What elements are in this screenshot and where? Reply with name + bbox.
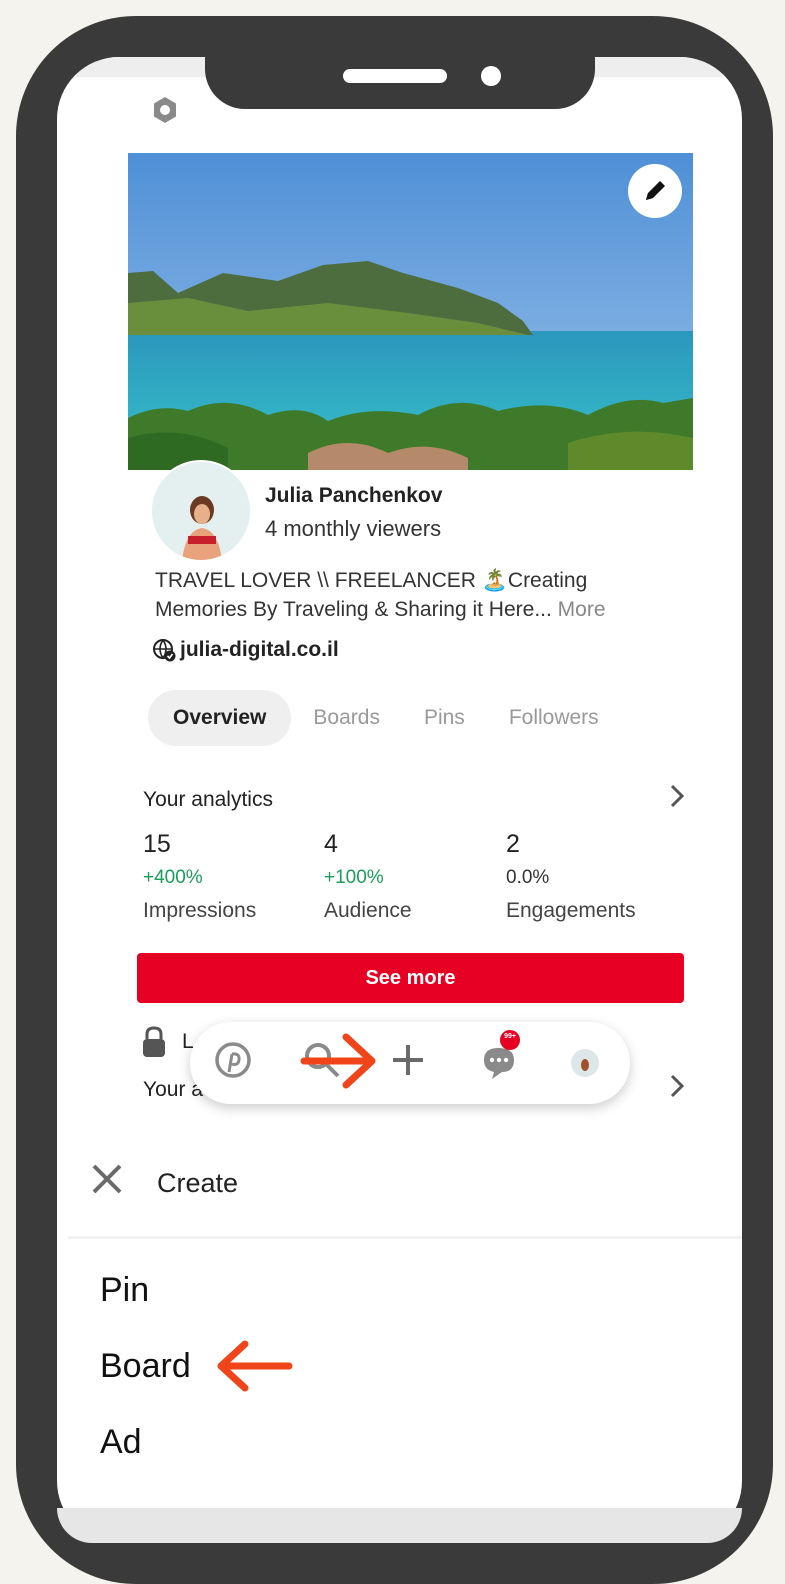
cover-image (128, 153, 693, 470)
tab-boards[interactable]: Boards (291, 690, 402, 746)
stat-label: Audience (324, 899, 412, 922)
stat-value: 15 (143, 830, 171, 858)
pinterest-logo-icon[interactable] (215, 1042, 251, 1078)
chat-badge: 99+ (504, 1033, 516, 1040)
profile-name: Julia Panchenkov (265, 484, 443, 507)
profile-bio: TRAVEL LOVER \\ FREELANCER 🏝️Creating Me… (155, 566, 675, 624)
edit-cover-button[interactable] (628, 164, 682, 218)
lock-icon (143, 1026, 165, 1057)
stat-change: 0.0% (506, 867, 550, 888)
create-pin-option[interactable]: Pin (100, 1271, 149, 1310)
stat-label: Impressions (143, 899, 257, 922)
tab-followers[interactable]: Followers (487, 690, 621, 746)
website-text: julia-digital.co.il (180, 638, 339, 661)
website-link[interactable]: julia-digital.co.il (152, 638, 339, 662)
stat-change: +400% (143, 867, 203, 888)
stat-change: +100% (324, 867, 384, 888)
stat-value: 2 (506, 830, 520, 858)
profile-avatar-icon[interactable] (570, 1048, 600, 1078)
pencil-icon (646, 181, 665, 200)
bio-text: TRAVEL LOVER \\ FREELANCER 🏝️Creating Me… (155, 569, 588, 621)
analytics-title[interactable]: Your analytics (143, 788, 273, 812)
camera (481, 66, 501, 86)
stat-impressions: 15 +400% Impressions (143, 830, 256, 923)
speaker (343, 69, 447, 83)
bio-more-link[interactable]: More (558, 598, 606, 621)
bottom-system-bar (57, 1508, 742, 1543)
stat-engagements: 2 0.0% Engagements (506, 830, 636, 923)
stat-label: Engagements (506, 899, 636, 922)
avatar[interactable] (150, 460, 252, 562)
create-board-option[interactable]: Board (100, 1347, 191, 1386)
stat-value: 4 (324, 830, 338, 858)
tab-pins[interactable]: Pins (402, 690, 487, 746)
profile-tabs: Overview Boards Pins Followers (148, 690, 621, 746)
annotation-arrow-left (217, 1340, 293, 1392)
see-more-button[interactable]: See more (137, 953, 684, 1003)
stat-audience: 4 +100% Audience (324, 830, 412, 923)
chevron-right-icon[interactable] (667, 1072, 687, 1100)
verified-globe-icon (153, 639, 176, 662)
close-icon[interactable] (88, 1160, 126, 1198)
divider (68, 1236, 742, 1239)
settings-gear-icon[interactable] (150, 95, 180, 125)
tab-overview[interactable]: Overview (148, 690, 292, 746)
phone-notch (205, 57, 595, 109)
annotation-arrow-right (300, 1033, 376, 1089)
monthly-viewers: 4 monthly viewers (265, 516, 442, 541)
plus-icon[interactable] (390, 1042, 426, 1078)
avatar-photo (152, 462, 250, 560)
create-ad-option[interactable]: Ad (100, 1423, 142, 1462)
chevron-right-icon[interactable] (667, 782, 687, 810)
create-menu-title: Create (157, 1168, 239, 1198)
